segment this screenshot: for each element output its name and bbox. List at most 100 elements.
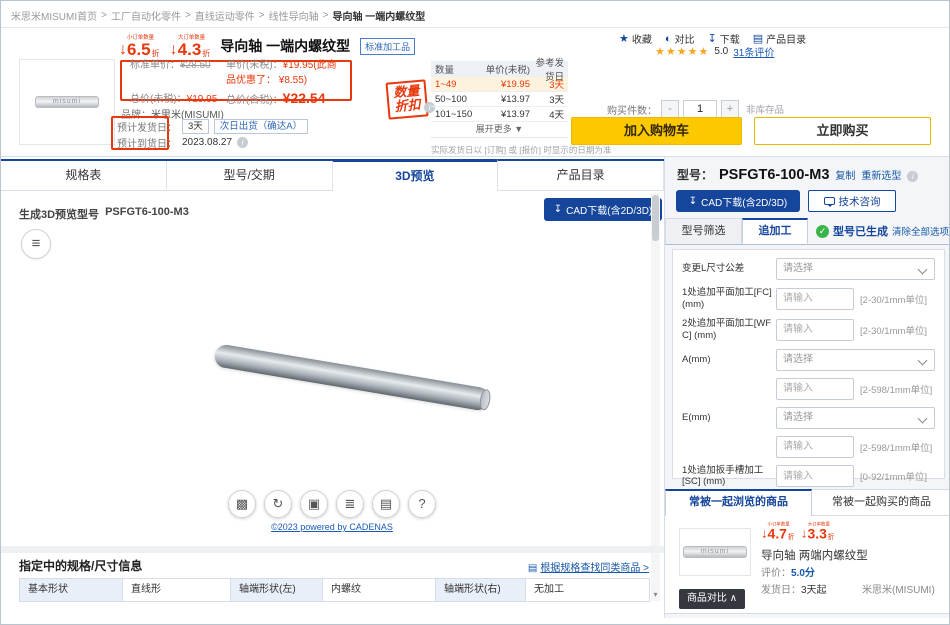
rating-row: ★★★★★ 5.0 31条评价 — [655, 44, 774, 59]
shaft-end-cap — [478, 389, 491, 411]
cube-view-button[interactable]: ▣ — [300, 490, 328, 518]
breadcrumb-sep: > — [101, 10, 107, 21]
misumi-product-page: 米思米MISUMI首页> 工厂自动化零件> 直线运动零件> 线性导向轴> 导向轴… — [0, 0, 950, 625]
ship-value: 3天起 — [801, 585, 827, 596]
cylinder-view-button[interactable]: ▤ — [372, 490, 400, 518]
qty-plus-button[interactable]: + — [721, 100, 739, 118]
cad-download-button[interactable]: ↧ CAD下载(含2D/3D) — [544, 198, 662, 221]
tab-viewed-together[interactable]: 常被一起浏览的商品 — [665, 489, 812, 516]
a-dimension-input[interactable] — [776, 378, 854, 400]
discount-label: 大订单数量 — [178, 36, 207, 41]
tab-model-delivery[interactable]: 型号/交期 — [167, 161, 333, 190]
generated-model-row: 生成3D预览型号 PSFGT6-100-M3 — [19, 206, 189, 222]
unit-price-label: 单价(未税)： — [226, 60, 283, 71]
buy-now-button[interactable]: 立即购买 — [754, 117, 931, 145]
download-icon: ↧ — [689, 196, 697, 207]
form-row: [2-598/1mm单位] — [682, 378, 935, 400]
favorite-button[interactable]: ★收藏 — [619, 31, 652, 46]
product-compare-button[interactable]: 商品对比 ∧ — [679, 589, 745, 609]
add-to-cart-button[interactable]: 加入购物车 — [571, 117, 742, 145]
tab-additional-work[interactable]: 追加工 — [742, 218, 808, 244]
tech-consult-button[interactable]: 技术咨询 — [808, 190, 896, 212]
compare-icon: ◐ — [665, 33, 672, 45]
rating-value: 5.0分 — [791, 568, 815, 579]
rotate-view-button[interactable]: ↻ — [264, 490, 292, 518]
field-hint: [2-30/1mm单位] — [860, 292, 927, 306]
viewer-toolbar: ▩ ↻ ▣ ≣ ▤ ? — [228, 490, 436, 518]
copy-link[interactable]: 复制 — [835, 167, 855, 182]
e-dimension-input[interactable] — [776, 436, 854, 458]
breadcrumb-shaft[interactable]: 线性导向轴 — [269, 8, 319, 23]
shaded-view-button[interactable]: ▩ — [228, 490, 256, 518]
scrollbar-down-arrow[interactable]: ▾ — [651, 590, 660, 599]
cell-qty: 50~100 — [431, 94, 477, 105]
spec-value: 内螺纹 — [323, 579, 436, 601]
tab-catalog[interactable]: 产品目录 — [498, 161, 664, 190]
qty-minus-button[interactable]: - — [661, 100, 679, 118]
chat-icon — [824, 197, 835, 205]
breadcrumb-linear[interactable]: 直线运动零件 — [195, 8, 255, 23]
e-dimension-select[interactable]: 请选择 — [776, 407, 935, 429]
cad-download-label: CAD下载(含2D/3D) — [566, 202, 652, 217]
divider — [1, 27, 950, 28]
cell-days: 4天 — [530, 107, 568, 121]
field-label: 变更L尺寸公差 — [682, 263, 776, 275]
cell-price: ¥13.97 — [477, 94, 530, 105]
a-dimension-select[interactable]: 请选择 — [776, 349, 935, 371]
info-icon[interactable]: i — [237, 137, 248, 148]
fc-input[interactable] — [776, 288, 854, 310]
tab-spec-table[interactable]: 规格表 — [1, 161, 167, 190]
ship-date-label: 预计发货日： — [117, 119, 177, 134]
wfc-input[interactable] — [776, 319, 854, 341]
related-discount-badges: ↓ 小订单数量 4.7折 ↓ 大订单数量 3.3折 — [761, 522, 834, 541]
scrollbar-thumb[interactable] — [652, 195, 659, 241]
generated-model-number: PSFGT6-100-M3 — [105, 206, 189, 222]
layers-view-button[interactable]: ≣ — [336, 490, 364, 518]
tax-price-label: 总价(含税)： — [226, 95, 283, 106]
price-box: 标准单价：¥28.50 单价(未税)：¥19.95(此商品优惠了： ¥8.55)… — [120, 60, 352, 101]
panel-tabbar: 型号筛选 追加工 ✓ 型号已生成 清除全部选项 — [665, 218, 950, 245]
find-similar-link[interactable]: ▤根据规格查找同类商品 > — [441, 559, 649, 574]
form-row: 2处追加平面加工[WFC] (mm) [2-30/1mm单位] — [682, 318, 935, 342]
shaft-3d-render[interactable] — [213, 348, 498, 423]
related-product-name[interactable]: 导向轴 两端内螺纹型 — [761, 547, 868, 563]
tolerance-select[interactable]: 请选择 — [776, 258, 935, 280]
table-row: 50~100 ¥13.97 3天 — [431, 92, 568, 107]
generated-model-label: 生成3D预览型号 — [19, 206, 99, 222]
small-order-discount-badge: ↓ 小订单数量 4.7折 — [761, 522, 794, 541]
cad-download-button[interactable]: ↧ CAD下载(含2D/3D) — [676, 190, 800, 212]
col-qty: 数量 — [431, 62, 477, 76]
related-rating: 评价：5.0分 — [761, 564, 815, 579]
total-price-value: ¥19.95 — [187, 94, 218, 105]
help-button[interactable]: ? — [408, 490, 436, 518]
tab-model-filter[interactable]: 型号筛选 — [665, 218, 742, 244]
ship-date-note: 实际发货日以 [订购] 或 [报价] 时显示的日期为准 — [431, 144, 671, 156]
reviews-link[interactable]: 31条评价 — [733, 44, 774, 59]
quantity-discount-table: 数量 单价(未税) 参考发货日 1~49 ¥19.95 3天 50~100 ¥1… — [431, 61, 568, 138]
reselect-link[interactable]: 重新选型 — [861, 167, 901, 182]
related-brand: 米思米(MISUMI) — [862, 581, 935, 596]
related-product-image[interactable]: misumi — [679, 528, 751, 576]
viewer-menu-button[interactable]: ≡ — [21, 229, 51, 259]
breadcrumb-fa[interactable]: 工厂自动化零件 — [111, 8, 181, 23]
breadcrumb-home[interactable]: 米思米MISUMI首页 — [11, 8, 97, 23]
product-thumbnail-shaft: misumi — [35, 96, 99, 108]
clear-all-link[interactable]: 清除全部选项 — [892, 224, 949, 238]
cadenas-credit-link[interactable]: ©2023 powered by CADENAS — [228, 522, 436, 532]
spec-key: 轴端形状(右) — [436, 579, 526, 601]
viewer-scrollbar[interactable] — [651, 193, 660, 601]
sc-input[interactable] — [776, 465, 854, 487]
form-row: 变更L尺寸公差 请选择 — [682, 258, 935, 280]
arrive-date-value: 2023.08.27 — [182, 137, 232, 148]
model-label: 型号： — [677, 166, 713, 183]
product-image[interactable]: misumi — [19, 59, 115, 145]
info-icon[interactable]: i — [907, 171, 918, 182]
spec-table: 基本形状 直线形 轴端形状(左) 内螺纹 轴端形状(右) 无加工 — [19, 578, 650, 602]
cell-days: 3天 — [530, 77, 568, 91]
related-thumbnail-shaft: misumi — [683, 546, 747, 558]
tab-3d-preview[interactable]: 3D预览 — [333, 159, 499, 192]
qty-input[interactable] — [683, 100, 717, 118]
expand-more-link[interactable]: 展开更多 ▼ — [431, 122, 568, 137]
tab-bought-together[interactable]: 常被一起购买的商品 — [812, 489, 950, 516]
cell-price: ¥13.97 — [477, 109, 530, 120]
